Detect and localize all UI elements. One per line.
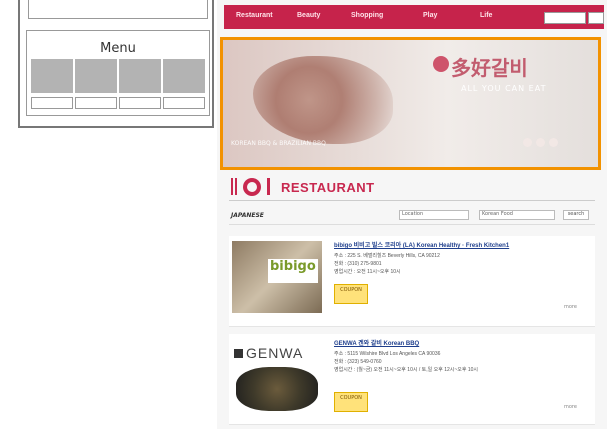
restaurant-title[interactable]: bibigo 비비고 빌스 코리아 (LA) Korean Healthy · … (334, 240, 509, 249)
thumbnail-brand-text: bibigo (270, 259, 316, 274)
wireframe-menu-label: Menu (100, 41, 136, 56)
restaurant-phone: 전화 : (323) 549-0760 (334, 359, 382, 365)
category-label: JAPANESE (231, 212, 264, 219)
top-nav-bar: Restaurant Beauty Shopping Play Life (224, 5, 604, 29)
bbq-food-image (253, 56, 393, 144)
wireframe-menu-box: Menu (26, 30, 210, 116)
nav-item-restaurant[interactable]: Restaurant (236, 12, 273, 19)
wireframe-block (75, 59, 117, 93)
nav-item-shopping[interactable]: Shopping (351, 12, 383, 19)
wireframe-slot (119, 97, 161, 109)
more-link[interactable]: more (564, 404, 577, 410)
wireframe-menu-slots (31, 97, 205, 109)
restaurant-phone: 전화 : (310) 275-9801 (334, 261, 382, 267)
nav-go-button[interactable] (588, 12, 604, 24)
restaurant-address: 주소 : 225 S. 베벌리힐즈 Beverly Hills, CA 9021… (334, 253, 440, 259)
carousel-dot[interactable] (549, 138, 558, 147)
filter-divider (229, 224, 595, 225)
wireframe-block (119, 59, 161, 93)
section-divider (229, 200, 595, 201)
brand-logo-mark (433, 56, 449, 72)
website-mockup: Restaurant Beauty Shopping Play Life 多好갈… (217, 0, 607, 429)
food-type-select[interactable]: Korean Food (479, 210, 555, 220)
carousel-dot[interactable] (523, 138, 532, 147)
hero-banner[interactable]: 多好갈비 ALL YOU CAN EAT KOREAN BBQ & BRAZIL… (220, 37, 601, 170)
wireframe-slot (31, 97, 73, 109)
restaurant-card: bibigo bibigo 비비고 빌스 코리아 (LA) Korean Hea… (229, 236, 595, 327)
restaurant-hours: 영업시간 : (월~금) 오전 11시~오후 10시 / 토,일 오후 12시~… (334, 367, 479, 373)
nav-item-beauty[interactable]: Beauty (297, 12, 320, 19)
brand-tagline: ALL YOU CAN EAT (461, 84, 547, 93)
nav-item-play[interactable]: Play (423, 12, 437, 19)
utensils-plate-icon (231, 178, 270, 196)
restaurant-hours: 영업시간 : 오전 11시~오후 10시 (334, 269, 401, 275)
section-title: RESTAURANT (281, 180, 375, 195)
nav-dropdown[interactable] (544, 12, 586, 24)
restaurant-card: GENWA GENWA 겐와 갈비 Korean BBQ 주소 : 5115 W… (229, 334, 595, 425)
search-button[interactable]: search (563, 210, 589, 220)
location-select[interactable]: Location (399, 210, 469, 220)
wireframe-slot (163, 97, 205, 109)
restaurant-title[interactable]: GENWA 겐와 갈비 Korean BBQ (334, 338, 419, 347)
brand-logo-korean: 多好갈비 (451, 56, 528, 80)
restaurant-thumbnail[interactable]: bibigo (232, 241, 322, 313)
wireframe-block (163, 59, 205, 93)
thumbnail-brand-text: GENWA (246, 345, 304, 361)
coupon-button[interactable]: COUPON (334, 392, 368, 412)
wireframe-slot (75, 97, 117, 109)
banner-caption: KOREAN BBQ & BRAZILIAN BBQ (231, 140, 326, 147)
more-link[interactable]: more (564, 304, 577, 310)
carousel-dot[interactable] (536, 138, 545, 147)
carousel-dots (523, 138, 558, 147)
restaurant-address: 주소 : 5115 Wilshire Blvd Los Angeles CA 9… (334, 351, 441, 357)
nav-item-life[interactable]: Life (480, 12, 492, 19)
restaurant-thumbnail[interactable]: GENWA (232, 339, 322, 411)
wireframe-menu-blocks (31, 59, 205, 93)
coupon-button[interactable]: COUPON (334, 284, 368, 304)
wireframe-block (31, 59, 73, 93)
wireframe-top-box (28, 0, 208, 19)
wireframe-panel: Menu (18, 0, 214, 128)
